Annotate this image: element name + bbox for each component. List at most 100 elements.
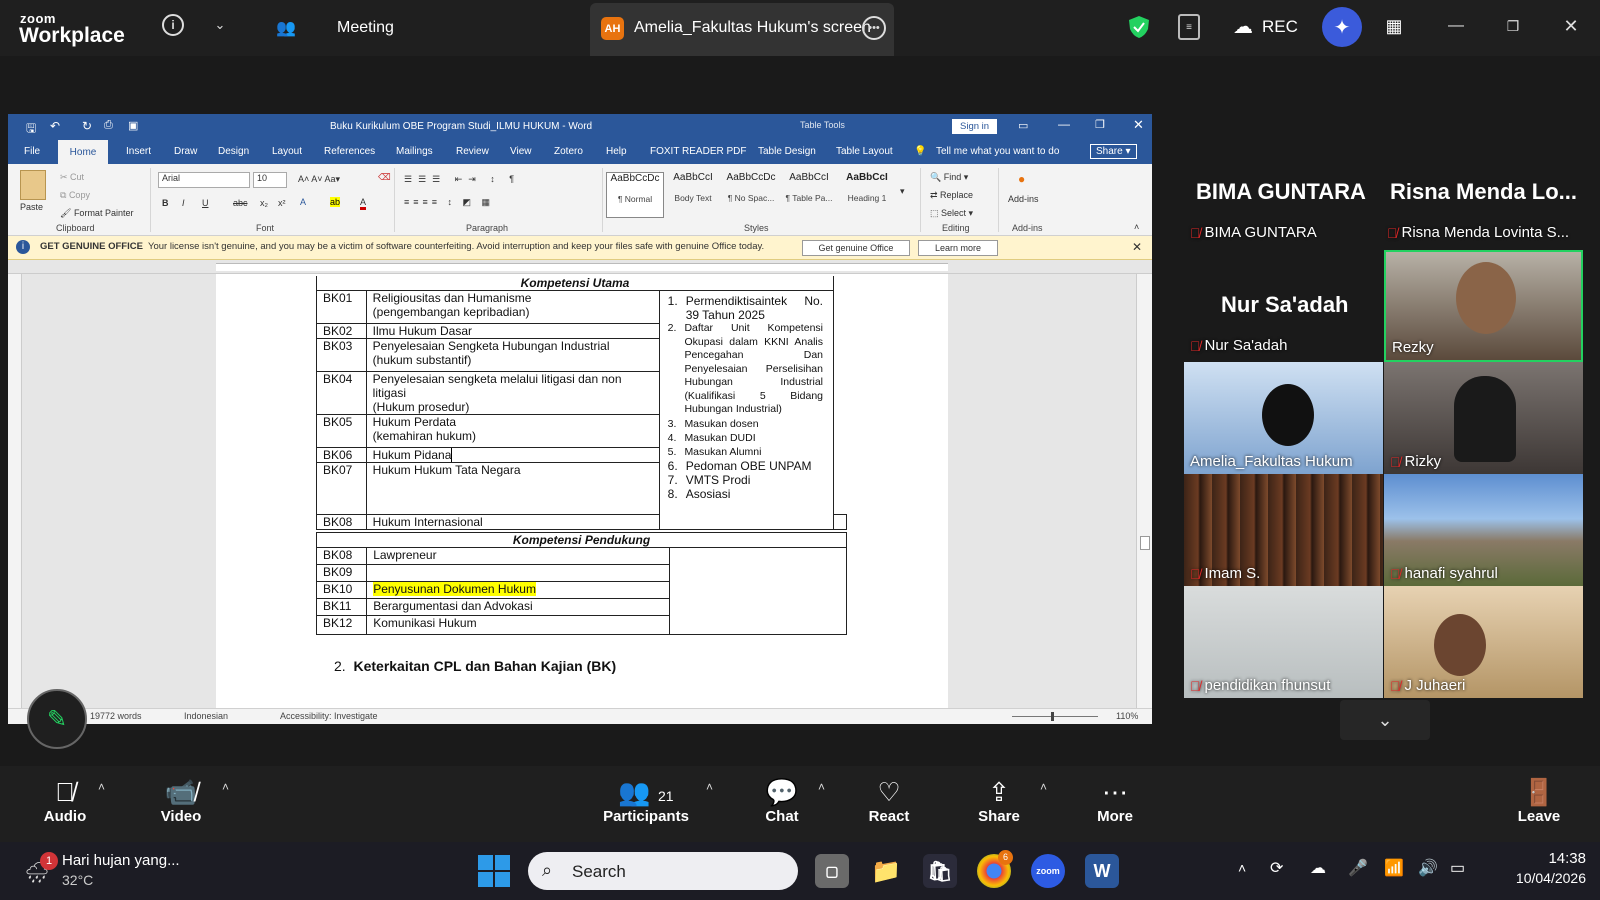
- scrollbar-thumb[interactable]: [1140, 536, 1150, 550]
- styles-more-icon[interactable]: ▾: [900, 186, 905, 197]
- tab-foxit[interactable]: FOXIT READER PDF: [650, 146, 747, 157]
- chevron-down-icon[interactable]: ⌄: [210, 14, 230, 36]
- more-button[interactable]: ⋯ More: [1092, 776, 1138, 825]
- rec-label[interactable]: REC: [1262, 17, 1298, 37]
- video-tile-hanafi[interactable]: 🎙̸ hanafi syahrul: [1384, 474, 1583, 586]
- tab-design[interactable]: Design: [218, 146, 249, 157]
- document-page[interactable]: Kompetensi Utama BK01 Religiousitas dan H…: [216, 274, 948, 708]
- license-close-icon[interactable]: ✕: [1132, 240, 1142, 254]
- learn-more-button[interactable]: Learn more: [918, 240, 998, 256]
- clock-time[interactable]: 14:38: [1506, 850, 1586, 867]
- highlight-icon[interactable]: ab: [330, 197, 341, 207]
- shield-icon[interactable]: [1126, 13, 1152, 41]
- audio-button[interactable]: 🎙̸ Audio: [40, 776, 90, 825]
- vertical-scrollbar[interactable]: [1136, 274, 1152, 708]
- participants-caret-icon[interactable]: ˄: [706, 780, 713, 794]
- tab-review[interactable]: Review: [456, 146, 489, 157]
- underline-icon[interactable]: U: [202, 198, 209, 208]
- task-view-icon[interactable]: ▢: [815, 854, 849, 888]
- strikethrough-icon[interactable]: abc: [233, 198, 248, 208]
- copy-button[interactable]: ⧉ Copy: [60, 190, 90, 201]
- accessibility-status[interactable]: Accessibility: Investigate: [280, 711, 378, 721]
- mic-tray-icon[interactable]: 🎤: [1348, 858, 1368, 878]
- style-heading-1[interactable]: AaBbCcI Heading 1: [838, 172, 896, 218]
- sign-in-button[interactable]: Sign in: [952, 119, 998, 134]
- cloud-off-icon[interactable]: ☁: [1310, 858, 1326, 878]
- style-normal[interactable]: AaBbCcDc ¶ Normal: [606, 172, 664, 218]
- addins-button[interactable]: Add-ins: [1008, 194, 1039, 204]
- horizontal-ruler[interactable]: [8, 260, 1152, 274]
- language-status[interactable]: Indonesian: [184, 711, 228, 721]
- replace-button[interactable]: ⇄ Replace: [930, 190, 973, 201]
- more-options-icon[interactable]: •••: [862, 16, 886, 40]
- tab-file[interactable]: File: [24, 146, 40, 157]
- ribbon-display-icon[interactable]: ▭: [1018, 119, 1028, 132]
- meeting-label[interactable]: Meeting: [337, 19, 394, 37]
- clock-date[interactable]: 10/04/2026: [1490, 870, 1586, 886]
- superscript-icon[interactable]: x²: [278, 198, 286, 208]
- view-layout-icon[interactable]: ▦: [1382, 14, 1406, 38]
- tell-me-box[interactable]: Tell me what you want to do: [936, 146, 1059, 157]
- zoom-slider[interactable]: [1012, 716, 1098, 717]
- pen-annotate-icon[interactable]: ✎: [27, 689, 87, 749]
- word-restore-icon[interactable]: ❐: [1095, 118, 1105, 131]
- video-tile-juhaeri[interactable]: 🎙̸ J Juhaeri: [1384, 586, 1583, 698]
- list-icons[interactable]: ☰☰☰ ⇤⇥ ↕ ¶: [404, 174, 520, 185]
- wifi-icon[interactable]: 📶: [1384, 858, 1404, 878]
- get-genuine-office-button[interactable]: Get genuine Office: [802, 240, 910, 256]
- video-tile-imam[interactable]: 🎙̸ Imam S.: [1184, 474, 1383, 586]
- share-caret-icon[interactable]: ˄: [1040, 780, 1047, 794]
- clear-formatting-icon[interactable]: ⌫: [378, 172, 391, 183]
- taskbar-search[interactable]: ⌕ Search: [528, 852, 798, 890]
- tab-insert[interactable]: Insert: [126, 146, 151, 157]
- shared-word-window[interactable]: 🖫 ↶ ↻ ⎙ ▣ Buku Kurikulum OBE Program Stu…: [8, 114, 1152, 724]
- quick-print-icon[interactable]: ⎙: [104, 119, 113, 132]
- quick-access-icon[interactable]: ▣: [128, 119, 138, 132]
- info-icon[interactable]: i: [162, 14, 184, 36]
- vertical-ruler[interactable]: [8, 274, 22, 708]
- sync-icon[interactable]: ⟳: [1270, 858, 1283, 878]
- restore-icon[interactable]: ❐: [1502, 14, 1524, 38]
- align-icons[interactable]: ≡≡≡≡ ↕ ◩ ▦: [404, 197, 494, 208]
- tab-home[interactable]: Home: [58, 140, 108, 164]
- video-tile-amelia[interactable]: Amelia_Fakultas Hukum: [1184, 362, 1383, 474]
- tab-references[interactable]: References: [324, 146, 375, 157]
- tab-table-layout[interactable]: Table Layout: [836, 146, 893, 157]
- font-color-icon[interactable]: A: [360, 197, 367, 210]
- paste-icon[interactable]: [20, 170, 46, 200]
- participants-button[interactable]: 👥 21 Participants: [600, 776, 692, 825]
- leave-button[interactable]: 🚪 Leave: [1516, 776, 1562, 825]
- audio-caret-icon[interactable]: ˄: [98, 780, 105, 794]
- addins-icon[interactable]: ●: [1018, 172, 1025, 186]
- tab-table-design[interactable]: Table Design: [758, 146, 816, 157]
- word-count[interactable]: 19772 words: [90, 711, 142, 721]
- ai-companion-icon[interactable]: ✦: [1322, 7, 1362, 47]
- font-grow-shrink-icon[interactable]: A˄ A˅ Aa▾: [298, 174, 340, 185]
- format-painter-button[interactable]: 🖌 Format Painter: [60, 208, 133, 219]
- store-icon[interactable]: 🛍: [923, 854, 957, 888]
- zoom-slider-thumb[interactable]: [1051, 712, 1054, 721]
- share-button[interactable]: ⇪ Share: [976, 776, 1022, 825]
- close-icon[interactable]: ✕: [1560, 14, 1582, 38]
- find-button[interactable]: 🔍 Find ▾: [930, 172, 968, 183]
- chat-caret-icon[interactable]: ˄: [818, 780, 825, 794]
- start-icon[interactable]: [478, 855, 510, 887]
- zoom-app-icon[interactable]: zoom: [1031, 854, 1065, 888]
- file-explorer-icon[interactable]: 📁: [869, 854, 903, 888]
- tab-draw[interactable]: Draw: [174, 146, 197, 157]
- undo-icon[interactable]: ↶: [50, 119, 60, 133]
- paste-button[interactable]: Paste: [20, 202, 43, 212]
- video-caret-icon[interactable]: ˄: [222, 780, 229, 794]
- bold-icon[interactable]: B: [162, 198, 169, 208]
- video-tile-rezky[interactable]: Rezky: [1384, 250, 1583, 362]
- text-effects-icon[interactable]: A: [300, 197, 306, 207]
- style-table-paragraph[interactable]: AaBbCcI ¶ Table Pa...: [780, 172, 838, 218]
- subscript-icon[interactable]: x₂: [260, 198, 268, 208]
- tray-chevron-icon[interactable]: ˄: [1238, 860, 1246, 876]
- cut-button[interactable]: ✂ Cut: [60, 172, 84, 183]
- redo-icon[interactable]: ↻: [82, 119, 92, 133]
- word-close-icon[interactable]: ✕: [1133, 117, 1144, 133]
- tab-view[interactable]: View: [510, 146, 532, 157]
- font-name-select[interactable]: Arial: [158, 172, 250, 188]
- style-body-text[interactable]: AaBbCcI Body Text: [664, 172, 722, 218]
